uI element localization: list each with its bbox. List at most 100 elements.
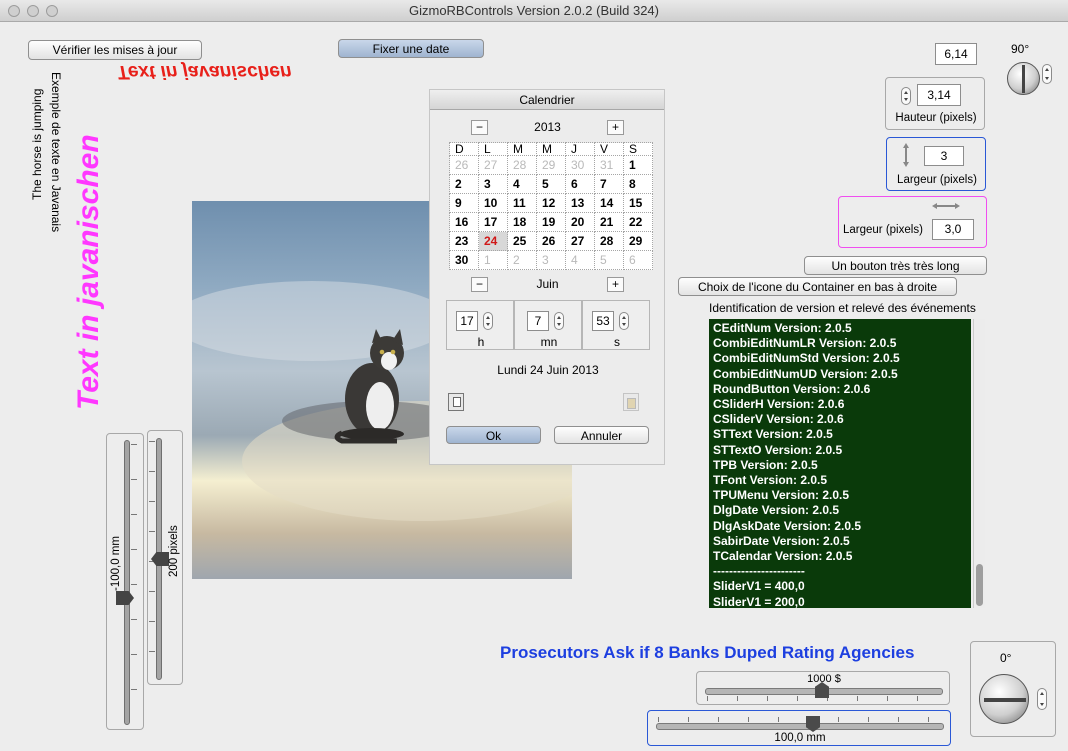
- calendar-day[interactable]: 5: [536, 174, 566, 194]
- calendar-day[interactable]: 17: [478, 212, 508, 232]
- set-date-button[interactable]: Fixer une date: [338, 39, 484, 58]
- log-line: DlgAskDate Version: 2.0.5: [713, 518, 862, 533]
- calendar-day[interactable]: 31: [594, 155, 624, 175]
- top-rotary-knob[interactable]: [1007, 62, 1040, 95]
- calendar-day[interactable]: 15: [623, 193, 653, 213]
- window-title: GizmoRBControls Version 2.0.2 (Build 324…: [408, 3, 659, 18]
- check-updates-button[interactable]: Vérifier les mises à jour: [28, 40, 202, 60]
- calendar-day[interactable]: 29: [623, 231, 653, 251]
- month-prev-button[interactable]: −: [471, 277, 488, 292]
- second-stepper[interactable]: [619, 312, 629, 330]
- month-label: Juin: [536, 277, 559, 291]
- height-stepper[interactable]: [901, 87, 911, 105]
- calendar-day[interactable]: 2: [507, 250, 537, 270]
- calendar-day[interactable]: 25: [507, 231, 537, 251]
- width-group: 3 Largeur (pixels): [886, 137, 986, 191]
- calendar-day[interactable]: 1: [478, 250, 508, 270]
- hour-stepper[interactable]: [483, 312, 493, 330]
- minute-stepper[interactable]: [554, 312, 564, 330]
- top-value-field[interactable]: 6,14: [935, 43, 977, 65]
- calendar-day[interactable]: 27: [565, 231, 595, 251]
- calendar-day[interactable]: 18: [507, 212, 537, 232]
- bottom-angle-stepper[interactable]: [1037, 688, 1047, 710]
- calendar-day[interactable]: 9: [449, 193, 479, 213]
- hour-field[interactable]: 17: [456, 311, 478, 331]
- calendar-day[interactable]: 3: [536, 250, 566, 270]
- log-line: SabirDate Version: 2.0.5: [713, 533, 850, 548]
- width2-group: Largeur (pixels) 3,0: [838, 196, 987, 248]
- calendar-day[interactable]: 16: [449, 212, 479, 232]
- calendar-day[interactable]: 29: [536, 155, 566, 175]
- calendar-day[interactable]: 21: [594, 212, 624, 232]
- minute-field[interactable]: 7: [527, 311, 549, 331]
- log-line: TCalendar Version: 2.0.5: [713, 549, 853, 564]
- calendar-day[interactable]: 30: [449, 250, 479, 270]
- mm-slider-track[interactable]: [656, 723, 944, 730]
- log-line: STTextO Version: 2.0.5: [713, 442, 843, 457]
- calendar-day[interactable]: 1: [623, 155, 653, 175]
- ok-button[interactable]: Ok: [446, 426, 541, 444]
- left-vslider1-thumb[interactable]: [116, 591, 134, 605]
- bottom-knob-group: 0°: [970, 641, 1056, 737]
- calendar-day[interactable]: 23: [449, 231, 479, 251]
- calendar-day[interactable]: 20: [565, 212, 595, 232]
- calendar-day[interactable]: 6: [565, 174, 595, 194]
- calendar-week-row: 23 24 25 26 27 28 29: [449, 231, 653, 251]
- zoom-window-button[interactable]: [46, 5, 58, 17]
- log-scrollbar[interactable]: [973, 319, 985, 608]
- icon-choice-button[interactable]: Choix de l'icone du Container en bas à d…: [678, 277, 957, 296]
- log-line: SliderV1 = 400,0: [713, 579, 805, 594]
- bottom-rotary-knob[interactable]: [979, 674, 1029, 724]
- calendar-day[interactable]: 30: [565, 155, 595, 175]
- event-log[interactable]: CEditNum Version: 2.0.5 CombiEditNumLR Ve…: [709, 319, 971, 608]
- calendar-day[interactable]: 13: [565, 193, 595, 213]
- calendar-day[interactable]: 3: [478, 174, 508, 194]
- height-group: 3,14 Hauteur (pixels): [885, 77, 985, 130]
- cancel-button[interactable]: Annuler: [554, 426, 649, 444]
- left-vslider1-track[interactable]: [124, 440, 130, 725]
- calendar-day[interactable]: 27: [478, 155, 508, 175]
- log-scroll-thumb[interactable]: [976, 564, 983, 606]
- left-vslider2-thumb[interactable]: [151, 552, 169, 566]
- log-line: CSliderH Version: 2.0.6: [713, 397, 845, 412]
- log-line: TFont Version: 2.0.5: [713, 473, 828, 488]
- calendar-week-row: 16 17 18 19 20 21 22: [449, 212, 653, 232]
- width2-field[interactable]: 3,0: [932, 219, 974, 240]
- top-angle-stepper[interactable]: [1042, 64, 1052, 84]
- calendar-day[interactable]: 28: [507, 155, 537, 175]
- left-vslider1-label: -100,0 mm: [110, 536, 122, 591]
- calendar-week-row: 30 1 2 3 4 5 6: [449, 250, 653, 270]
- calendar-day[interactable]: 26: [449, 155, 479, 175]
- weekday-label: D: [449, 142, 479, 156]
- calendar-day[interactable]: 11: [507, 193, 537, 213]
- paste-icon[interactable]: [623, 393, 639, 411]
- copy-icon[interactable]: [448, 393, 464, 411]
- long-button[interactable]: Un bouton très très long: [804, 256, 987, 275]
- calendar-day[interactable]: 10: [478, 193, 508, 213]
- calendar-day[interactable]: 14: [594, 193, 624, 213]
- log-line: TPUMenu Version: 2.0.5: [713, 488, 850, 503]
- minimize-window-button[interactable]: [27, 5, 39, 17]
- year-prev-button[interactable]: −: [471, 120, 488, 135]
- calendar-day[interactable]: 4: [565, 250, 595, 270]
- calendar-day[interactable]: 8: [623, 174, 653, 194]
- second-field[interactable]: 53: [592, 311, 614, 331]
- calendar-week-row: 9 10 11 12 13 14 15: [449, 193, 653, 213]
- calendar-day[interactable]: 4: [507, 174, 537, 194]
- height-field[interactable]: 3,14: [917, 84, 961, 106]
- minute-label: mn: [540, 335, 558, 349]
- calendar-day[interactable]: 7: [594, 174, 624, 194]
- calendar-day[interactable]: 24: [478, 231, 508, 251]
- calendar-day[interactable]: 22: [623, 212, 653, 232]
- calendar-day[interactable]: 26: [536, 231, 566, 251]
- width-field[interactable]: 3: [924, 146, 964, 166]
- year-next-button[interactable]: +: [607, 120, 624, 135]
- calendar-day[interactable]: 19: [536, 212, 566, 232]
- calendar-day[interactable]: 28: [594, 231, 624, 251]
- calendar-day[interactable]: 2: [449, 174, 479, 194]
- calendar-day[interactable]: 6: [623, 250, 653, 270]
- calendar-day[interactable]: 12: [536, 193, 566, 213]
- calendar-day[interactable]: 5: [594, 250, 624, 270]
- month-next-button[interactable]: +: [607, 277, 624, 292]
- close-window-button[interactable]: [8, 5, 20, 17]
